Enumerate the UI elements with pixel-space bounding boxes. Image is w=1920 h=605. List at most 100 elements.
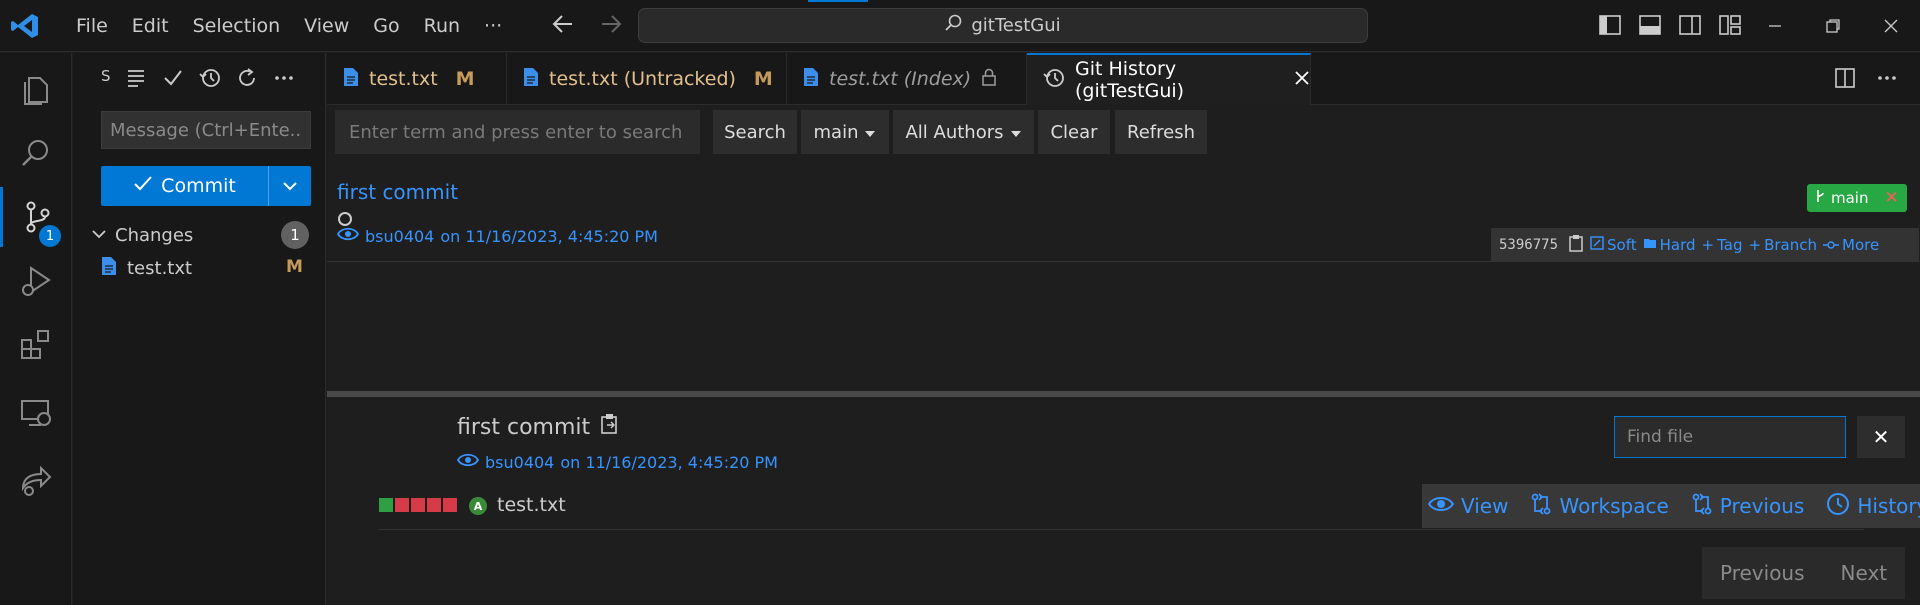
previous-page-button[interactable]: Previous — [1702, 547, 1823, 599]
git-history-view: Search main All Authors Clear Refresh fi… — [327, 106, 1920, 605]
live-share-icon[interactable] — [0, 451, 72, 511]
commit-title[interactable]: first commit — [337, 180, 458, 204]
history-icon — [1043, 67, 1065, 94]
commit-hash[interactable]: 5396775 — [1499, 237, 1558, 253]
source-control-icon[interactable]: 1 — [0, 187, 72, 247]
soft-reset-action[interactable]: Soft — [1590, 236, 1637, 254]
find-file-input[interactable] — [1614, 416, 1846, 458]
more-action[interactable]: More — [1823, 236, 1879, 254]
history-search-input[interactable] — [335, 110, 700, 154]
check-icon — [133, 175, 153, 198]
history-icon — [1826, 492, 1850, 521]
tab-git-history[interactable]: Git History (gitTestGui) — [1027, 53, 1311, 105]
view-as-tree-icon[interactable] — [125, 67, 147, 94]
branch-action[interactable]: + Branch — [1749, 236, 1818, 254]
refresh-icon[interactable] — [236, 67, 258, 94]
history-icon[interactable] — [199, 67, 221, 94]
command-center-label: gitTestGui — [971, 15, 1061, 36]
branch-label: Branch — [1764, 236, 1818, 254]
back-arrow-icon[interactable] — [552, 12, 574, 41]
stat-removed-block — [427, 498, 441, 512]
git-branch-icon — [1815, 189, 1825, 207]
toggle-primary-sidebar-icon[interactable] — [1598, 14, 1622, 41]
hard-reset-action[interactable]: Hard — [1643, 236, 1696, 254]
file-change-stats — [379, 498, 457, 512]
menu-selection[interactable]: Selection — [181, 15, 293, 37]
branch-badge: main ✕ — [1807, 184, 1907, 212]
caret-down-icon — [864, 122, 876, 143]
close-details-icon[interactable]: ✕ — [1857, 416, 1905, 458]
compare-previous-label: Previous — [1719, 494, 1805, 518]
search-view-icon[interactable] — [0, 123, 72, 183]
file-history-label: History — [1857, 494, 1920, 518]
search-button[interactable]: Search — [713, 110, 797, 154]
tab-label: test.txt (Untracked) — [549, 68, 736, 90]
source-control-sidebar: S Commit Changes 1 test.txt M — [73, 53, 326, 605]
toggle-panel-icon[interactable] — [1638, 14, 1662, 41]
explorer-icon[interactable] — [0, 59, 72, 119]
menu-more[interactable]: ··· — [472, 15, 514, 37]
minimize-icon[interactable] — [1746, 0, 1804, 52]
stat-removed-block — [443, 498, 457, 512]
sidebar-title: S — [101, 67, 111, 85]
tab-test-txt-untracked[interactable]: test.txt (Untracked) M — [507, 53, 787, 105]
compare-workspace-action[interactable]: Workspace — [1530, 492, 1669, 520]
close-tab-icon[interactable] — [1294, 69, 1310, 91]
menu-go[interactable]: Go — [361, 15, 411, 37]
pager: Previous Next — [1702, 547, 1906, 599]
tag-action[interactable]: + Tag — [1702, 236, 1743, 254]
authors-select[interactable]: All Authors — [893, 110, 1034, 154]
details-splitter[interactable] — [327, 391, 1920, 397]
file-history-action[interactable]: History — [1826, 492, 1920, 521]
commit-meta: bsu0404 on 11/16/2023, 4:45:20 PM — [336, 226, 658, 246]
extensions-icon[interactable] — [0, 315, 72, 375]
command-center-accent — [808, 0, 868, 2]
restore-icon[interactable] — [1804, 0, 1862, 52]
menu-edit[interactable]: Edit — [120, 15, 181, 37]
changes-label: Changes — [115, 224, 194, 246]
commit-dropdown-button[interactable] — [269, 166, 311, 206]
toggle-secondary-sidebar-icon[interactable] — [1678, 14, 1702, 41]
commit-row[interactable]: first commit bsu0404 on 11/16/2023, 4:45… — [327, 156, 1920, 262]
customize-layout-icon[interactable] — [1718, 14, 1742, 41]
editor-more-actions-icon[interactable] — [1876, 67, 1898, 94]
commit-author[interactable]: bsu0404 — [365, 227, 434, 246]
branch-select[interactable]: main — [801, 110, 889, 154]
clear-button[interactable]: Clear — [1038, 110, 1110, 154]
view-file-action[interactable]: View — [1427, 494, 1508, 518]
branch-badge-name[interactable]: main — [1807, 189, 1876, 207]
remove-branch-icon[interactable]: ✕ — [1876, 188, 1906, 208]
file-added-badge: A — [469, 497, 487, 515]
hard-reset-label: Hard — [1659, 236, 1696, 254]
forward-arrow-icon[interactable] — [600, 12, 622, 41]
file-icon — [101, 256, 117, 281]
close-window-icon[interactable] — [1862, 0, 1920, 52]
changed-file-row[interactable]: A test.txt View Workspace Previous Histo… — [379, 482, 1920, 530]
change-status-badge: M — [286, 257, 303, 277]
details-commit-title: first commit — [457, 414, 591, 440]
plus-icon: + — [1748, 236, 1762, 254]
soft-reset-icon — [1590, 236, 1604, 254]
command-center[interactable]: gitTestGui — [638, 8, 1368, 43]
details-author[interactable]: bsu0404 — [485, 453, 554, 472]
compare-previous-action[interactable]: Previous — [1691, 492, 1805, 520]
next-page-button[interactable]: Next — [1823, 547, 1906, 599]
tab-test-txt[interactable]: test.txt M — [327, 53, 507, 105]
changed-file-name[interactable]: test.txt — [497, 494, 566, 516]
commit-button[interactable]: Commit — [101, 166, 269, 206]
more-actions-icon[interactable] — [273, 67, 295, 94]
menu-file[interactable]: File — [64, 15, 120, 37]
run-debug-icon[interactable] — [0, 251, 72, 311]
menu-view[interactable]: View — [292, 15, 361, 37]
commit-message-input[interactable] — [101, 111, 311, 149]
remote-explorer-icon[interactable] — [0, 383, 72, 443]
eye-icon[interactable] — [456, 452, 480, 472]
copy-hash-icon[interactable] — [1568, 234, 1584, 256]
copy-message-icon[interactable] — [600, 413, 620, 441]
tab-test-txt-index[interactable]: test.txt (Index) — [787, 53, 1027, 105]
eye-icon[interactable] — [336, 226, 360, 246]
refresh-button[interactable]: Refresh — [1115, 110, 1207, 154]
split-editor-icon[interactable] — [1834, 67, 1856, 94]
commit-check-icon[interactable] — [162, 67, 184, 94]
menu-run[interactable]: Run — [412, 15, 472, 37]
